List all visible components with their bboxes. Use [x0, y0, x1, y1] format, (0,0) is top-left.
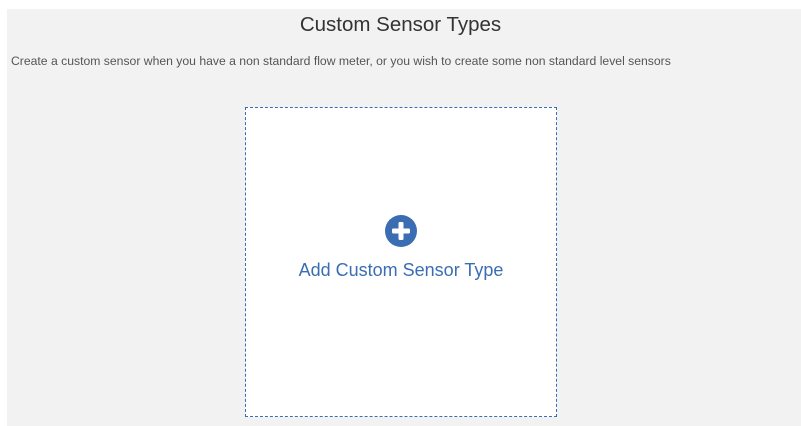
plus-circle-icon[interactable] — [385, 215, 417, 247]
page-title: Custom Sensor Types — [299, 13, 502, 36]
add-custom-sensor-type-card[interactable]: Add Custom Sensor Type — [245, 107, 557, 417]
page-description: Create a custom sensor when you have a n… — [11, 54, 671, 68]
add-custom-sensor-type-label[interactable]: Add Custom Sensor Type — [246, 259, 556, 281]
